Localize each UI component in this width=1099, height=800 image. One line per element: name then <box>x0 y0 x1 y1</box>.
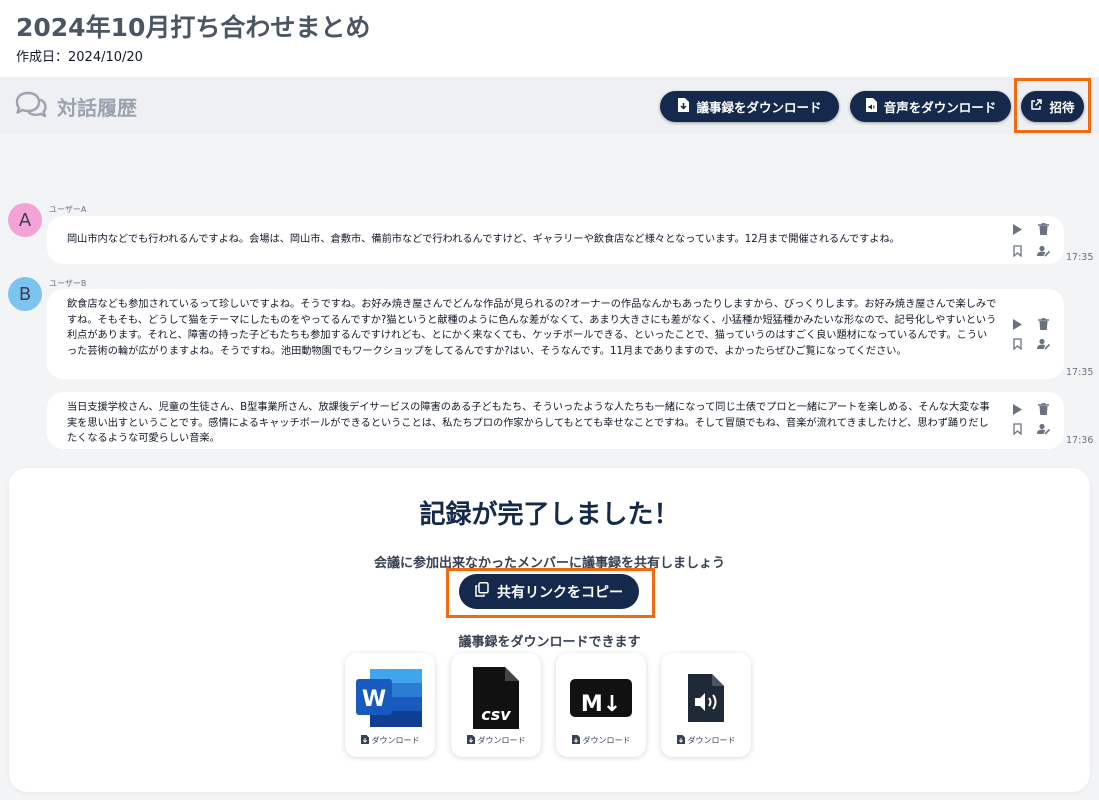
message-username: ユーザーB <box>49 279 87 288</box>
markdown-download-card[interactable]: M↓ ダウンロード <box>556 653 646 757</box>
csv-download-label: ダウンロード <box>451 735 541 746</box>
play-icon[interactable] <box>1010 317 1024 331</box>
page-title: 2024年10月打ち合わせまとめ <box>16 13 371 42</box>
history-title-label: 対話履歴 <box>57 95 137 120</box>
word-download-card[interactable]: W ダウンロード <box>345 653 435 757</box>
message-actions <box>1010 402 1050 440</box>
created-date: 作成日：2024/10/20 <box>16 50 143 65</box>
download-audio-label: 音声をダウンロード <box>883 100 997 115</box>
completion-title: 記録が完了しました！ <box>419 500 680 530</box>
download-instruction: 議事録をダウンロードできます <box>458 635 641 650</box>
trash-icon[interactable] <box>1036 402 1050 416</box>
history-header: 対話履歴 議事録をダウンロード 音声をダウンロード 招待 <box>0 77 1099 135</box>
bookmark-icon[interactable] <box>1010 337 1024 351</box>
avatar-user-a: A <box>8 203 42 237</box>
message-text: 飲食店なども参加されているって珍しいですよね。そうですね。お好み焼き屋さんでどん… <box>67 299 997 357</box>
message-actions <box>1010 222 1050 260</box>
file-download-icon <box>677 98 690 115</box>
page-header: 2024年10月打ち合わせまとめ 作成日：2024/10/20 <box>0 0 1099 77</box>
avatar-user-b: B <box>8 277 42 311</box>
chat-bubbles-icon <box>14 91 48 122</box>
download-icon <box>676 735 685 746</box>
markdown-download-label: ダウンロード <box>556 735 646 746</box>
audio-download-card[interactable]: ダウンロード <box>661 653 751 757</box>
completion-card: 記録が完了しました！ 会議に参加出来なかったメンバーに議事録を共有しましょう 共… <box>9 468 1090 792</box>
message-actions <box>1010 317 1050 355</box>
download-icon <box>466 735 475 746</box>
message-bubble: 当日支援学校さん、児童の生徒さん、B型事業所さん、放課後デイサービスの障害のある… <box>47 392 1064 449</box>
trash-icon[interactable] <box>1036 317 1050 331</box>
message-text: 岡山市内などでも行われるんですよね。会場は、岡山市、倉敷市、備前市などで行われる… <box>67 234 900 245</box>
word-badge: W <box>361 686 387 712</box>
bookmark-icon[interactable] <box>1010 422 1024 436</box>
copy-highlight-box <box>446 568 655 618</box>
download-icon <box>571 735 580 746</box>
message-bubble: 飲食店なども参加されているって珍しいですよね。そうですね。お好み焼き屋さんでどん… <box>47 289 1064 379</box>
trash-icon[interactable] <box>1036 222 1050 236</box>
message-bubble: 岡山市内などでも行われるんですよね。会場は、岡山市、倉敷市、備前市などで行われる… <box>47 216 1064 264</box>
download-audio-button[interactable]: 音声をダウンロード <box>850 91 1011 122</box>
invite-highlight-box <box>1014 78 1091 133</box>
audio-file-icon <box>865 98 877 115</box>
user-edit-icon[interactable] <box>1036 337 1050 351</box>
bookmark-icon[interactable] <box>1010 244 1024 258</box>
download-minutes-label: 議事録をダウンロード <box>696 100 822 115</box>
user-edit-icon[interactable] <box>1036 244 1050 258</box>
word-download-label: ダウンロード <box>345 735 435 746</box>
user-edit-icon[interactable] <box>1036 422 1050 436</box>
message-time: 17:35 <box>1066 367 1094 378</box>
message-time: 17:35 <box>1066 252 1094 263</box>
csv-badge: csv <box>481 705 511 724</box>
play-icon[interactable] <box>1010 222 1024 236</box>
markdown-badge: M↓ <box>580 691 622 717</box>
audio-file-icon <box>661 665 751 731</box>
message-text: 当日支援学校さん、児童の生徒さん、B型事業所さん、放課後デイサービスの障害のある… <box>67 402 990 445</box>
history-title: 対話履歴 <box>14 91 137 121</box>
message-time: 17:36 <box>1066 435 1094 446</box>
csv-download-card[interactable]: csv ダウンロード <box>451 653 541 757</box>
message-username: ユーザーA <box>49 205 87 214</box>
download-icon <box>360 735 369 746</box>
play-icon[interactable] <box>1010 402 1024 416</box>
audio-download-label: ダウンロード <box>661 735 751 746</box>
chat-area: A ユーザーA 岡山市内などでも行われるんですよね。会場は、岡山市、倉敷市、備前… <box>0 135 1099 467</box>
download-minutes-button[interactable]: 議事録をダウンロード <box>660 91 839 122</box>
